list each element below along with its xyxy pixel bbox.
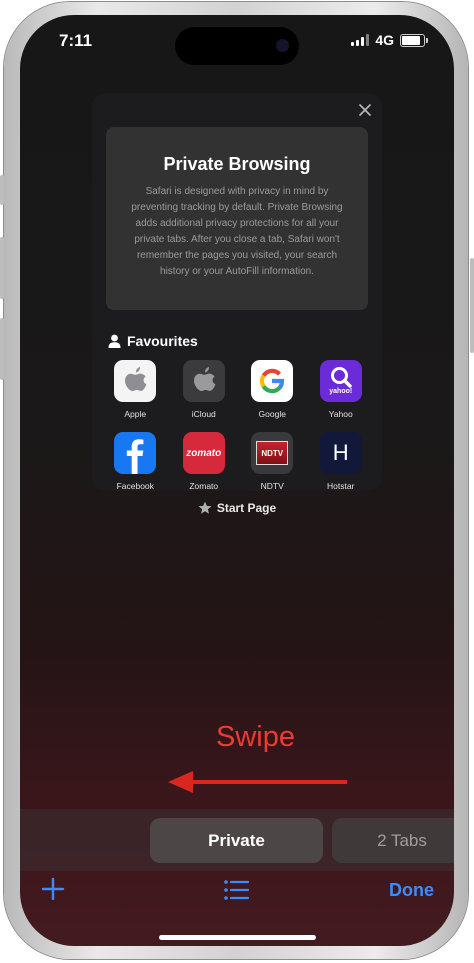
home-indicator[interactable] (159, 935, 316, 940)
favourites-header: Favourites (108, 333, 198, 349)
favourite-label: iCloud (191, 409, 216, 419)
yahoo-search-icon: yahoo! (319, 360, 362, 402)
favourites-grid: Apple iCloud Google yahoo! Yahoo Faceboo… (101, 360, 375, 491)
favourite-label: Facebook (116, 481, 154, 491)
tabs-group-label: 2 Tabs (377, 830, 427, 850)
zomato-icon: zomato (182, 432, 225, 474)
favourites-title: Favourites (127, 333, 198, 349)
cellular-signal-icon (351, 34, 370, 46)
favourite-yahoo[interactable]: yahoo! Yahoo (307, 360, 376, 419)
close-tab-icon[interactable] (354, 99, 376, 121)
favourite-label: Zomato (189, 481, 219, 491)
side-power-button (470, 258, 474, 353)
favourite-ndtv[interactable]: NDTV NDTV (238, 432, 307, 491)
favourite-apple[interactable]: Apple (101, 360, 170, 419)
volume-down-button (0, 318, 4, 380)
tab-group-switcher: Private 2 Tabs (20, 809, 454, 871)
start-page-label: Start Page (216, 501, 277, 515)
apple-logo-icon (114, 360, 157, 402)
ndtv-icon: NDTV (251, 432, 294, 474)
favourite-facebook[interactable]: Facebook (101, 432, 170, 491)
facebook-f-icon (114, 432, 157, 474)
front-camera (276, 39, 289, 52)
swipe-left-arrow-icon (168, 771, 347, 793)
favourite-label: Yahoo (328, 409, 353, 419)
private-browsing-info: Private Browsing Safari is designed with… (106, 127, 368, 310)
new-tab-plus-icon[interactable] (39, 875, 67, 903)
battery-cap (426, 37, 428, 43)
private-browsing-description: Safari is designed with privacy in mind … (131, 186, 343, 277)
zomato-logo-text: zomato (186, 447, 222, 459)
yahoo-logo-text: yahoo! (329, 388, 353, 395)
battery-icon (400, 33, 425, 47)
favourite-icloud[interactable]: iCloud (170, 360, 239, 419)
hotstar-h-icon: H (319, 432, 362, 474)
favourite-hotstar[interactable]: H Hotstar (307, 432, 376, 491)
private-tab-group-label: Private (208, 830, 265, 850)
person-icon (108, 334, 121, 348)
swipe-annotation-label: Swipe (216, 721, 295, 753)
status-time: 7:11 (59, 31, 93, 50)
private-browsing-title: Private Browsing (163, 154, 311, 174)
done-button[interactable]: Done (389, 880, 434, 901)
private-tab-group-button[interactable]: Private (150, 818, 323, 863)
google-g-icon (251, 360, 294, 402)
favourite-label: Apple (124, 409, 147, 419)
hotstar-logo-text: H (332, 440, 349, 465)
icloud-apple-logo-icon (182, 360, 225, 402)
tabs-group-button[interactable]: 2 Tabs (332, 818, 454, 863)
private-tab-preview-card[interactable]: Private Browsing Safari is designed with… (92, 93, 382, 491)
ndtv-logo-text: NDTV (261, 448, 284, 458)
favourite-label: NDTV (260, 481, 284, 491)
favourite-zomato[interactable]: zomato Zomato (170, 432, 239, 491)
dynamic-island (175, 27, 299, 65)
start-page-caption: Start Page (20, 501, 454, 515)
action-button (0, 175, 4, 205)
status-indicators: 4G (351, 32, 428, 48)
favourite-label: Hotstar (327, 481, 355, 491)
star-icon (198, 501, 212, 514)
network-type: 4G (375, 32, 394, 48)
battery-level-fill (402, 35, 420, 45)
favourite-google[interactable]: Google (238, 360, 307, 419)
favourite-label: Google (258, 409, 286, 419)
screen: 7:11 4G Private Browsing Safari is desig… (20, 15, 454, 946)
volume-up-button (0, 237, 4, 299)
tab-groups-list-icon[interactable] (222, 878, 250, 902)
